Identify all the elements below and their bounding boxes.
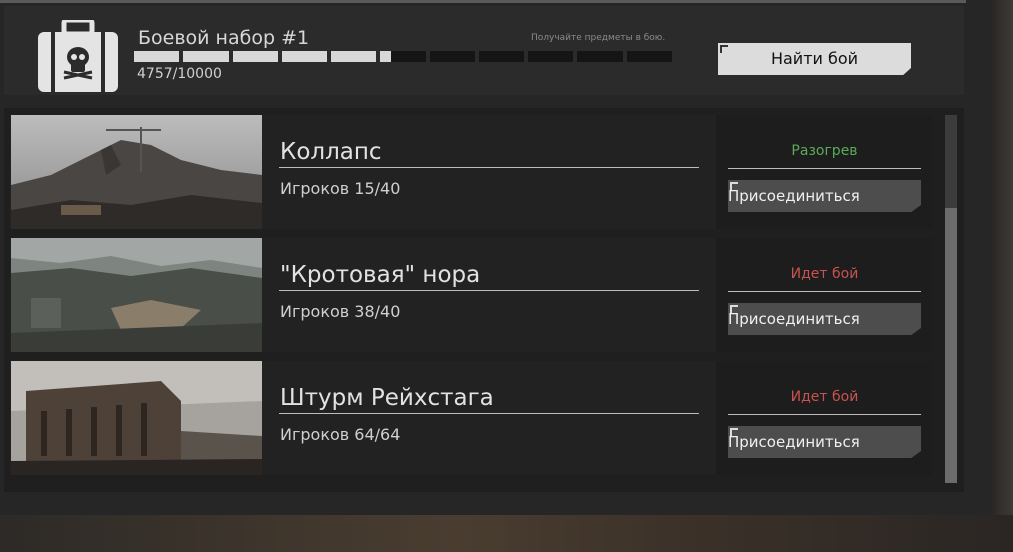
kit-hint: Получайте предметы в бою. (531, 33, 666, 43)
kit-progress-count: 4757/10000 (137, 66, 222, 82)
button-corner-mark (730, 428, 738, 436)
match-card: Штурм Рейхстага Игроков 64/64 Идет бой П… (10, 361, 932, 475)
player-count: Игроков 64/64 (280, 425, 401, 444)
join-button-label: Присоединиться (728, 433, 860, 451)
map-thumbnail-reichstag (11, 361, 262, 475)
map-name-underline (279, 290, 699, 291)
find-battle-label: Найти бой (770, 49, 859, 68)
progress-segment (429, 51, 475, 62)
match-card: "Кротовая" нора Игроков 38/40 Идет бой П… (10, 238, 932, 352)
player-count: Игроков 38/40 (280, 302, 401, 321)
background-floor (0, 515, 1013, 552)
top-divider (0, 0, 966, 3)
join-button-label: Присоединиться (728, 187, 860, 205)
match-status: Идет бой (790, 266, 859, 282)
progress-segment (331, 51, 377, 62)
map-name-underline (279, 167, 699, 168)
progress-segment (281, 51, 328, 62)
progress-segment (183, 51, 229, 62)
kit-title: Боевой набор #1 (138, 27, 310, 49)
find-battle-button[interactable]: Найти бой (718, 43, 911, 75)
player-count: Игроков 15/40 (280, 179, 401, 198)
join-button[interactable]: Присоединиться (728, 180, 921, 212)
button-corner-mark (720, 45, 728, 53)
progress-segment (380, 51, 426, 62)
join-button-label: Присоединиться (728, 310, 860, 328)
match-status-box: Идет бой Присоединиться (716, 238, 932, 352)
map-thumbnail-collapse (11, 115, 262, 229)
join-button[interactable]: Присоединиться (728, 303, 921, 335)
map-name: "Кротовая" нора (280, 262, 481, 288)
match-card: Коллапс Игроков 15/40 Разогрев Присоедин… (10, 115, 932, 229)
match-status: Разогрев (791, 143, 858, 159)
briefcase-skull-icon (38, 17, 118, 92)
match-status-box: Разогрев Присоединиться (716, 115, 932, 229)
progress-segment (478, 51, 525, 62)
match-status-box: Идет бой Присоединиться (716, 361, 932, 475)
progress-segment (232, 51, 278, 62)
button-corner-mark (730, 182, 738, 190)
match-status: Идет бой (790, 389, 859, 405)
battle-panel: Боевой набор #1 Получайте предметы в бою… (0, 0, 992, 515)
status-underline (728, 168, 921, 169)
progress-segment (626, 51, 672, 62)
scrollbar-thumb[interactable] (945, 208, 957, 483)
kit-progress-bar (134, 51, 672, 62)
map-name-underline (279, 413, 699, 414)
status-underline (728, 291, 921, 292)
join-button[interactable]: Присоединиться (728, 426, 921, 458)
button-corner-mark (730, 305, 738, 313)
progress-segment (134, 51, 180, 62)
map-thumbnail-mole-hole (11, 238, 262, 352)
progress-segment-fill (380, 51, 391, 62)
status-underline (728, 414, 921, 415)
progress-segment (577, 51, 623, 62)
map-name: Штурм Рейхстага (280, 385, 494, 411)
progress-segment (528, 51, 574, 62)
map-name: Коллапс (280, 139, 382, 165)
background-edge (992, 0, 1013, 515)
